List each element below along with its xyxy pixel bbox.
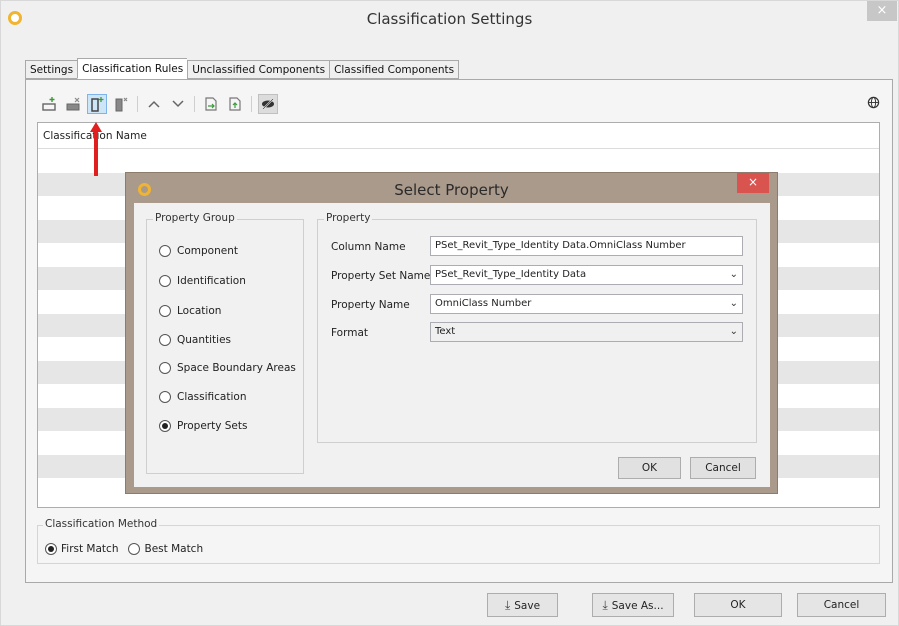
- tab-unclassified-components[interactable]: Unclassified Components: [187, 60, 330, 79]
- column-name-input[interactable]: PSet_Revit_Type_Identity Data.OmniClass …: [430, 236, 743, 256]
- radio-component-button[interactable]: [159, 245, 171, 257]
- classification-method-legend: Classification Method: [43, 518, 160, 530]
- tab-strip: Settings Classification Rules Unclassifi…: [25, 58, 460, 80]
- dialog-ok-button[interactable]: OK: [618, 457, 681, 479]
- tab-classification-rules[interactable]: Classification Rules: [77, 58, 188, 79]
- radio-property-sets[interactable]: Property Sets: [159, 420, 247, 432]
- property-set-name-label: Property Set Name: [331, 270, 431, 282]
- radio-quantities[interactable]: Quantities: [159, 334, 231, 346]
- property-name-label: Property Name: [331, 299, 410, 311]
- dialog-cancel-button[interactable]: Cancel: [690, 457, 756, 479]
- radio-classification-label: Classification: [177, 391, 247, 403]
- property-group-legend: Property Group: [153, 212, 237, 224]
- radio-quantities-label: Quantities: [177, 334, 232, 346]
- rules-toolbar: [39, 93, 278, 115]
- save-label: Save: [514, 600, 541, 612]
- add-rule-icon: [42, 97, 56, 111]
- radio-property-sets-label: Property Sets: [177, 420, 248, 432]
- format-select[interactable]: Text ⌄: [430, 322, 743, 342]
- tab-classified-components[interactable]: Classified Components: [329, 60, 460, 79]
- format-value: Text: [435, 326, 456, 337]
- window-title: Classification Settings: [366, 10, 533, 28]
- export-button[interactable]: [225, 94, 245, 114]
- save-button[interactable]: ⤓ Save: [487, 593, 558, 617]
- best-match-label[interactable]: Best Match: [144, 543, 203, 555]
- chevron-down-icon: ⌄: [729, 269, 738, 280]
- save-as-icon: ⤓: [602, 598, 608, 612]
- first-match-radio[interactable]: [45, 543, 57, 555]
- save-icon: ⤓: [504, 598, 511, 612]
- window-close-button[interactable]: ×: [867, 1, 897, 21]
- method-options: First Match Best Match: [45, 543, 203, 555]
- import-icon: [205, 97, 217, 111]
- toolbar-separator: [194, 96, 195, 112]
- import-button[interactable]: [201, 94, 221, 114]
- dialog-close-button[interactable]: ×: [737, 173, 769, 193]
- column-header-classification-name[interactable]: Classification Name: [38, 123, 879, 149]
- dialog-title: Select Property: [394, 181, 509, 199]
- globe-icon: [867, 96, 880, 109]
- chevron-down-icon: ⌄: [729, 298, 738, 309]
- delete-rule-icon: [66, 97, 80, 111]
- radio-space-boundary-areas[interactable]: Space Boundary Areas: [159, 362, 296, 374]
- globe-button[interactable]: [867, 96, 880, 113]
- radio-space-boundary-areas-button[interactable]: [159, 362, 171, 374]
- radio-identification-button[interactable]: [159, 275, 171, 287]
- property-name-select[interactable]: OmniClass Number ⌄: [430, 294, 743, 314]
- delete-column-icon: [115, 97, 128, 112]
- toolbar-separator: [137, 96, 138, 112]
- delete-column-button[interactable]: [111, 94, 131, 114]
- radio-location-button[interactable]: [159, 305, 171, 317]
- property-name-value: OmniClass Number: [435, 298, 532, 309]
- add-column-button[interactable]: [87, 94, 107, 114]
- select-property-dialog: Select Property × Property Group Compone…: [125, 172, 778, 494]
- toolbar-separator: [251, 96, 252, 112]
- best-match-radio[interactable]: [128, 543, 141, 555]
- property-set-name-value: PSet_Revit_Type_Identity Data: [435, 269, 587, 280]
- radio-space-boundary-areas-label: Space Boundary Areas: [177, 362, 296, 374]
- ok-button[interactable]: OK: [694, 593, 782, 617]
- property-fieldset: Property Column Name PSet_Revit_Type_Ide…: [317, 212, 757, 443]
- dialog-body: Property Group Component Identification …: [134, 203, 770, 487]
- radio-component[interactable]: Component: [159, 245, 238, 257]
- chevron-down-icon: ⌄: [729, 326, 738, 337]
- column-name-label: Column Name: [331, 241, 406, 253]
- radio-location[interactable]: Location: [159, 305, 221, 317]
- property-group-fieldset: Property Group Component Identification …: [146, 212, 304, 474]
- radio-identification[interactable]: Identification: [159, 275, 246, 287]
- export-icon: [229, 97, 241, 111]
- classification-method-group: Classification Method First Match Best M…: [37, 518, 880, 564]
- format-label: Format: [331, 327, 369, 339]
- visibility-button[interactable]: [258, 94, 278, 114]
- property-set-name-select[interactable]: PSet_Revit_Type_Identity Data ⌄: [430, 265, 743, 285]
- radio-classification[interactable]: Classification: [159, 391, 246, 403]
- move-up-icon: [148, 100, 160, 108]
- cancel-button[interactable]: Cancel: [797, 593, 886, 617]
- radio-location-label: Location: [177, 305, 222, 317]
- title-bar[interactable]: Classification Settings ×: [1, 1, 898, 37]
- save-as-button[interactable]: ⤓ Save As...: [592, 593, 674, 617]
- add-column-icon: [91, 97, 104, 112]
- red-arrow-annotation: [90, 122, 102, 176]
- radio-component-label: Component: [177, 245, 238, 257]
- delete-rule-button[interactable]: [63, 94, 83, 114]
- table-row[interactable]: [38, 149, 879, 173]
- radio-classification-button[interactable]: [159, 391, 171, 403]
- move-up-button[interactable]: [144, 94, 164, 114]
- tab-settings[interactable]: Settings: [25, 60, 78, 79]
- property-legend: Property: [324, 212, 373, 224]
- move-down-icon: [172, 100, 184, 108]
- radio-quantities-button[interactable]: [159, 334, 171, 346]
- save-as-label: Save As...: [611, 600, 664, 612]
- add-rule-button[interactable]: [39, 94, 59, 114]
- first-match-label[interactable]: First Match: [61, 543, 118, 555]
- visibility-icon: [262, 98, 274, 110]
- move-down-button[interactable]: [168, 94, 188, 114]
- radio-property-sets-button[interactable]: [159, 420, 171, 432]
- radio-identification-label: Identification: [177, 275, 246, 287]
